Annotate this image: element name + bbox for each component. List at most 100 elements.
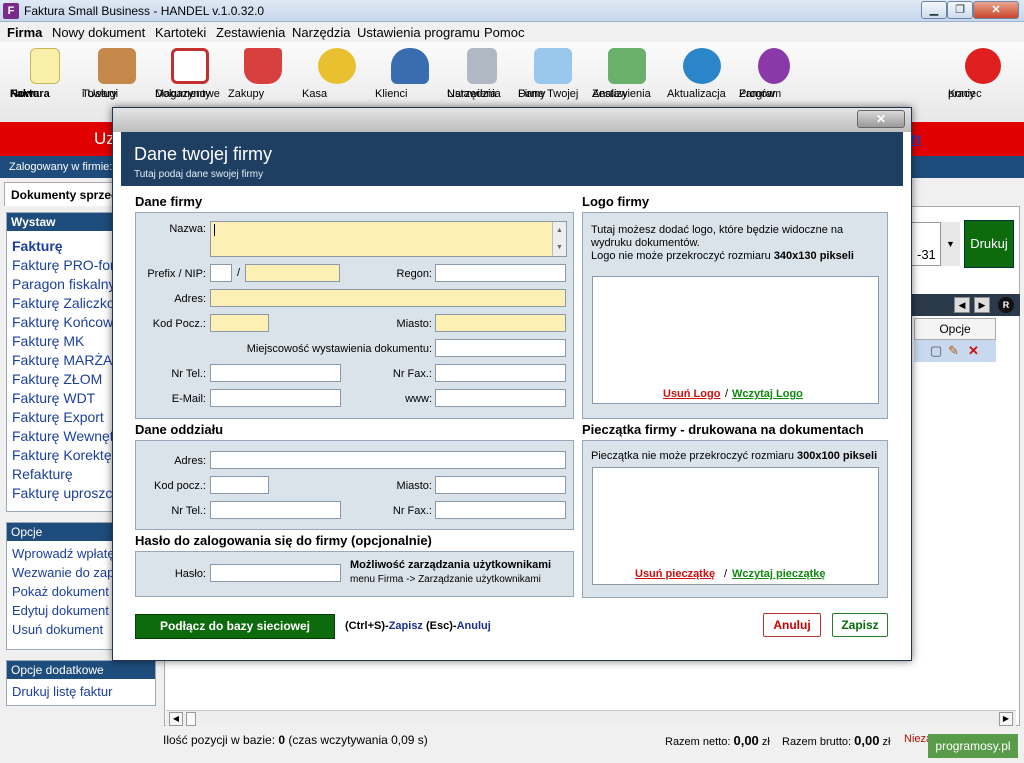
section-title-stamp: Pieczątka firmy - drukowana na dokumenta… [582, 422, 864, 437]
cancel-button[interactable]: Anuluj [763, 613, 821, 637]
app-icon: F [3, 3, 19, 19]
toolbar-nowa-faktura[interactable]: Nowa Faktura [10, 48, 80, 100]
password-input[interactable] [210, 564, 341, 582]
postal-code-input[interactable] [210, 314, 269, 332]
next-page-icon[interactable]: ▶ [974, 297, 990, 313]
toolbar-aktualizacja[interactable]: Aktualizacja [667, 48, 737, 100]
toolbar-narzedzia[interactable]: Narzędzia Ustawienia [447, 48, 517, 100]
list-nav-bar: ◀ ▶ R [910, 294, 1020, 316]
horizontal-scrollbar[interactable]: ◀ ▶ [166, 710, 1016, 726]
prev-page-icon[interactable]: ◀ [954, 297, 970, 313]
refresh-icon[interactable]: R [998, 297, 1014, 313]
nip-input[interactable] [245, 264, 340, 282]
window-title-bar: F Faktura Small Business - HANDEL v.1.0.… [0, 0, 1024, 22]
record-count: Ilość pozycji w bazie: 0 (czas wczytywan… [163, 733, 428, 747]
toolbar-zamow[interactable]: Zamów Program [739, 48, 809, 100]
date-dropdown-icon[interactable]: ▼ [940, 222, 960, 266]
company-data-dialog: ✕ Dane twojej firmy Tutaj podaj dane swo… [112, 107, 912, 661]
dialog-title-bar: ✕ [113, 108, 911, 132]
section-dane-firmy: Nazwa: ▲ ▼ Prefix / NIP: / Regon: Adres: … [135, 212, 574, 419]
panel-opcje-dodatkowe-header: Opcje dodatkowe [7, 661, 155, 679]
section-title-logo: Logo firmy [582, 194, 650, 209]
watermark-badge: programosy.pl [928, 734, 1018, 758]
logo-preview: Usuń Logo / Wczytaj Logo [592, 276, 879, 404]
keyboard-shortcuts-hint: (Ctrl+S)-Zapisz (Esc)-Anuluj [345, 620, 491, 632]
connect-network-db-button[interactable]: Podłącz do bazy sieciowej [135, 614, 335, 639]
toolbar-koniec-pracy[interactable]: Koniec pracy [948, 48, 1018, 100]
nip-prefix-input[interactable] [210, 264, 232, 282]
documents-icon [171, 48, 209, 84]
issue-place-input[interactable] [435, 339, 566, 357]
section-dane-oddzialu: Adres: Kod pocz.: Miasto: Nr Tel.: Nr Fa… [135, 440, 574, 530]
menu-bar: Firma Nowy dokument Kartoteki Zestawieni… [0, 22, 1024, 42]
maximize-button[interactable]: ❐ [947, 1, 973, 19]
table-row[interactable]: ▢ ✎ ✕ [914, 340, 996, 362]
users-icon [391, 48, 429, 84]
menu-zestawienia[interactable]: Zestawienia [216, 25, 285, 40]
dialog-body: Dane firmy Nazwa: ▲ ▼ Prefix / NIP: / Reg… [121, 186, 903, 639]
status-bar: Ilość pozycji w bazie: 0 (czas wczytywan… [0, 728, 1024, 763]
dialog-title: Dane twojej firmy [134, 144, 273, 164]
dialog-close-button[interactable]: ✕ [857, 110, 905, 128]
scroll-left-icon[interactable]: ◀ [169, 712, 183, 726]
menu-narzedzia[interactable]: Narzędzia [292, 25, 351, 40]
dialog-header: Dane twojej firmy Tutaj podaj dane swoje… [121, 132, 903, 186]
load-logo-link[interactable]: Wczytaj Logo [732, 388, 803, 400]
toolbar-kasa[interactable]: Kasa [302, 48, 372, 100]
branch-city-input[interactable] [435, 476, 566, 494]
toolbar-towary[interactable]: Towary i Usługi [82, 48, 152, 100]
total-netto: Razem netto: 0,00 zł [665, 733, 770, 748]
toolbar-klienci[interactable]: Klienci [375, 48, 445, 100]
email-input[interactable] [210, 389, 341, 407]
stamp-preview: Usuń pieczątkę / Wczytaj pieczątkę [592, 467, 879, 585]
city-input[interactable] [435, 314, 566, 332]
opcje-dodatkowe-item[interactable]: Drukuj listę faktur [7, 682, 155, 701]
menu-firma[interactable]: Firma [7, 25, 42, 40]
print-button[interactable]: Drukuj [964, 220, 1014, 268]
branch-postal-code-input[interactable] [210, 476, 269, 494]
text-cursor [214, 224, 215, 236]
menu-ustawienia-programu[interactable]: Ustawienia programu [357, 25, 480, 40]
globe-update-icon [683, 48, 721, 84]
textarea-scrollbar[interactable]: ▲ ▼ [552, 222, 566, 256]
toolbar-zakupy[interactable]: Zakupy [228, 48, 298, 100]
panel-opcje-dodatkowe: Opcje dodatkowe Drukuj listę faktur [6, 660, 156, 706]
edit-pencil-icon[interactable]: ✎ [948, 343, 959, 359]
close-window-button[interactable]: ✕ [973, 1, 1019, 19]
www-input[interactable] [435, 389, 566, 407]
preview-icon[interactable]: ▢ [930, 343, 942, 359]
menu-nowy-dokument[interactable]: Nowy dokument [52, 25, 145, 40]
section-stamp: Pieczątka nie może przekroczyć rozmiaru … [582, 440, 888, 598]
column-header-opcje: Opcje [914, 318, 996, 340]
save-button[interactable]: Zapisz [832, 613, 888, 637]
branch-address-input[interactable] [210, 451, 566, 469]
menu-pomoc[interactable]: Pomoc [484, 25, 524, 40]
podcast-icon [758, 48, 790, 84]
company-card-icon [534, 48, 572, 84]
load-stamp-link[interactable]: Wczytaj pieczątkę [732, 568, 826, 580]
toolbar-zestawienia[interactable]: Zestawienia Analizy [592, 48, 662, 100]
scrollbar-thumb[interactable] [186, 712, 196, 726]
remove-logo-link[interactable]: Usuń Logo [663, 388, 720, 400]
fax-input[interactable] [435, 364, 566, 382]
toolbar-dokumenty[interactable]: Dokumenty Magazynowe [155, 48, 225, 100]
company-name-input[interactable]: ▲ ▼ [210, 221, 567, 257]
address-input[interactable] [210, 289, 566, 307]
toolbar-dane-firmy[interactable]: Dane Twojej Firmy [518, 48, 588, 100]
invoice-icon [30, 48, 60, 84]
regon-input[interactable] [435, 264, 566, 282]
branch-fax-input[interactable] [435, 501, 566, 519]
delete-icon[interactable]: ✕ [968, 343, 979, 359]
wrench-icon [467, 48, 497, 84]
scroll-right-icon[interactable]: ▶ [999, 712, 1013, 726]
menu-kartoteki[interactable]: Kartoteki [155, 25, 206, 40]
branch-phone-input[interactable] [210, 501, 341, 519]
remove-stamp-link[interactable]: Usuń pieczątkę [635, 568, 715, 580]
dialog-subtitle: Tutaj podaj dane swojej firmy [134, 169, 264, 180]
section-title-dane-firmy: Dane firmy [135, 194, 203, 209]
phone-input[interactable] [210, 364, 341, 382]
minimize-button[interactable]: ▁ [921, 1, 947, 19]
section-logo: Tutaj możesz dodać logo, które będzie wi… [582, 212, 888, 419]
section-title-dane-oddzialu: Dane oddziału [135, 422, 224, 437]
section-password: Hasło: Możliwość zarządzania użytkownika… [135, 551, 574, 597]
